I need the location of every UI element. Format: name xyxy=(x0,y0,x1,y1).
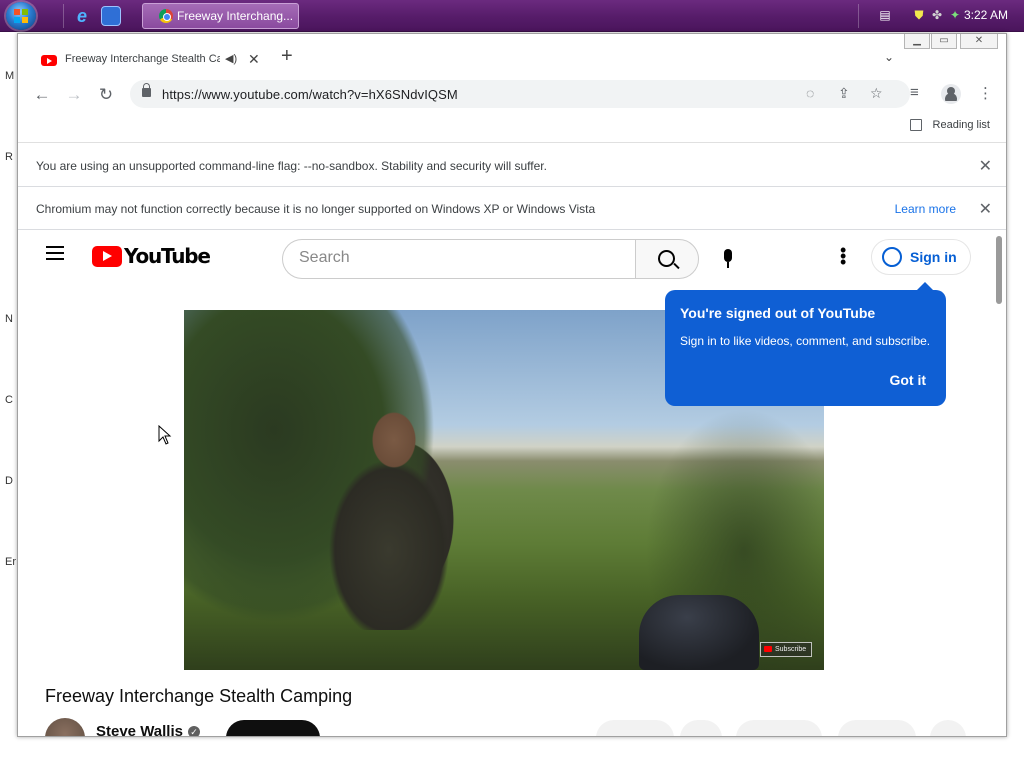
youtube-favicon-icon xyxy=(41,55,57,66)
desktop-icon-label: Er xyxy=(5,556,16,568)
maximize-button[interactable]: ▭ xyxy=(931,34,957,49)
profile-avatar-icon[interactable] xyxy=(941,84,961,104)
url-text[interactable]: https://www.youtube.com/watch?v=hX6SNdvI… xyxy=(162,87,458,102)
minimize-button[interactable]: ▁ xyxy=(904,34,930,49)
media-queue-icon[interactable]: ≡ xyxy=(910,84,919,101)
video-title: Freeway Interchange Stealth Camping xyxy=(45,686,353,706)
youtube-page: YouTube Search • • • Sign in Subscribe You… xyxy=(18,230,1006,736)
reading-list-icon[interactable] xyxy=(910,119,922,131)
save-button[interactable] xyxy=(680,720,722,736)
infobar-close-icon[interactable]: ✕ xyxy=(979,156,992,176)
address-bar[interactable]: https://www.youtube.com/watch?v=hX6SNdvI… xyxy=(130,80,910,108)
desktop-icon-label: N xyxy=(5,313,13,325)
bookmark-bar: Reading list xyxy=(18,111,1006,143)
tray-separator xyxy=(858,4,859,28)
infobar-unsupported-os: Chromium may not function correctly beca… xyxy=(18,187,1006,230)
tooltip-body: Sign in to like videos, comment, and sub… xyxy=(680,334,931,348)
desktop-icon-label: D xyxy=(5,475,13,487)
taskbar-separator xyxy=(63,4,64,28)
desktop-icon-label: C xyxy=(5,394,13,406)
video-frame-backpack xyxy=(639,595,759,670)
youtube-logo-text[interactable]: YouTube xyxy=(124,244,211,268)
hamburger-menu-icon[interactable] xyxy=(46,246,66,260)
bookmark-star-icon[interactable]: ☆ xyxy=(870,85,883,102)
more-actions-button[interactable] xyxy=(930,720,966,736)
sign-in-label: Sign in xyxy=(910,249,957,265)
settings-tray-icon[interactable]: ✤ xyxy=(930,8,944,22)
search-input[interactable]: Search xyxy=(282,239,636,279)
windows-taskbar: e Freeway Interchang... ▤ ⛊ ✤ ✦ 3:22 AM xyxy=(0,0,1024,32)
tab-close-icon[interactable]: ✕ xyxy=(248,51,260,68)
tooltip-title: You're signed out of YouTube xyxy=(680,305,876,321)
account-icon xyxy=(882,247,902,267)
eye-slash-icon[interactable]: ◌ xyxy=(806,85,814,101)
like-button[interactable] xyxy=(596,720,674,736)
subscribe-button[interactable] xyxy=(226,720,320,736)
reading-list-button[interactable]: Reading list xyxy=(933,119,990,131)
tab-youtube[interactable]: Freeway Interchange Stealth Ca ◀) ✕ xyxy=(28,44,268,79)
desktop-icon-label: R xyxy=(5,151,13,163)
subscribe-watermark[interactable]: Subscribe xyxy=(760,642,812,657)
tab-search-chevron-icon[interactable]: ⌄ xyxy=(884,50,894,64)
network-tray-icon[interactable]: ✦ xyxy=(948,8,962,22)
video-frame-person xyxy=(314,400,454,630)
checkmark-icon: ✓ xyxy=(188,726,200,736)
shield-tray-icon[interactable]: ⛊ xyxy=(912,8,926,22)
clock[interactable]: 3:22 AM xyxy=(964,8,1008,22)
infobar-sandbox-warning: You are using an unsupported command-lin… xyxy=(18,144,1006,187)
learn-more-link[interactable]: Learn more xyxy=(895,202,956,216)
quick-launch-app-icon[interactable] xyxy=(101,6,121,26)
taskbar-button-label: Freeway Interchang... xyxy=(177,9,294,23)
reload-button[interactable]: ↻ xyxy=(94,83,118,107)
infobar-message: Chromium may not function correctly beca… xyxy=(36,202,596,216)
microphone-icon[interactable] xyxy=(708,239,748,279)
search-icon[interactable] xyxy=(635,239,699,279)
document-tray-icon[interactable]: ▤ xyxy=(878,8,892,22)
got-it-button[interactable]: Got it xyxy=(889,372,926,388)
chromium-window: Freeway Interchange Stealth Ca ◀) ✕ + ⌄ … xyxy=(17,33,1007,737)
close-window-button[interactable]: ✕ xyxy=(960,34,998,49)
infobar-message: You are using an unsupported command-lin… xyxy=(36,159,547,173)
new-tab-button[interactable]: + xyxy=(281,46,293,66)
search-placeholder: Search xyxy=(299,249,350,266)
browser-toolbar: ← → ↻ https://www.youtube.com/watch?v=hX… xyxy=(18,79,1006,111)
scrollbar-thumb[interactable] xyxy=(996,236,1002,304)
channel-name[interactable]: Steve Wallis xyxy=(96,723,183,736)
settings-kebab-icon[interactable]: • • • xyxy=(840,241,846,271)
share-button[interactable] xyxy=(736,720,822,736)
speaker-icon[interactable]: ◀) xyxy=(225,52,237,65)
forward-button[interactable]: → xyxy=(62,83,86,107)
internet-explorer-icon[interactable]: e xyxy=(72,6,92,26)
infobar-close-icon[interactable]: ✕ xyxy=(979,199,992,219)
tab-title: Freeway Interchange Stealth Ca xyxy=(65,53,220,65)
start-button[interactable] xyxy=(6,2,36,30)
taskbar-chromium-button[interactable]: Freeway Interchang... xyxy=(142,3,299,29)
download-button[interactable] xyxy=(838,720,916,736)
signed-out-tooltip: You're signed out of YouTube Sign in to … xyxy=(665,282,946,406)
youtube-logo-icon[interactable] xyxy=(92,246,122,267)
share-icon[interactable]: ⇪ xyxy=(838,85,850,102)
chromium-icon xyxy=(159,9,173,23)
channel-avatar[interactable] xyxy=(45,718,85,736)
desktop-icon-label: M xyxy=(5,70,15,82)
lock-icon[interactable] xyxy=(142,83,151,97)
system-tray: ▤ ⛊ ✤ ✦ 3:22 AM xyxy=(864,0,1024,32)
page-scrollbar[interactable] xyxy=(992,230,1006,736)
sign-in-button[interactable]: Sign in xyxy=(871,239,971,275)
tab-strip: Freeway Interchange Stealth Ca ◀) ✕ + ⌄ … xyxy=(18,34,1006,79)
kebab-menu-icon[interactable]: ⋮ xyxy=(978,84,993,102)
back-button[interactable]: ← xyxy=(30,83,54,107)
